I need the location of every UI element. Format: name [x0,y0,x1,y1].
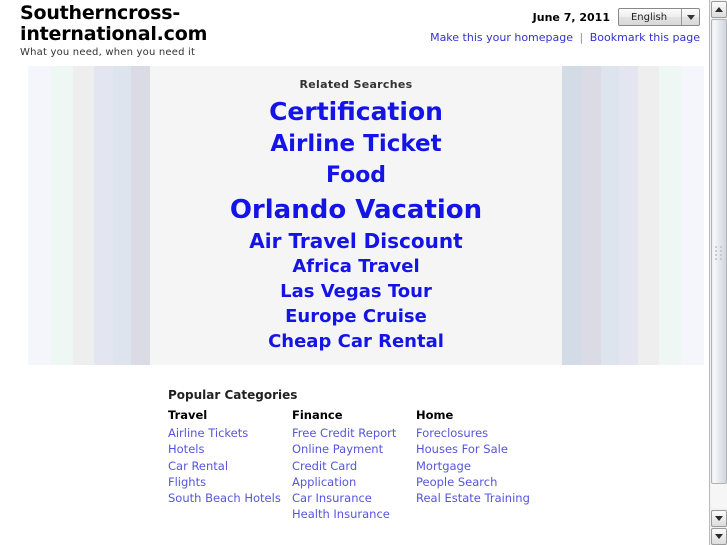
related-search-link[interactable]: Cheap Car Rental [150,333,562,351]
bookmark-page-link[interactable]: Bookmark this page [590,31,700,44]
background-stripe [113,66,131,365]
background-stripe [681,66,704,365]
background-stripe [28,66,51,365]
page-viewport: Southerncross- international.com What yo… [0,0,709,545]
site-brand: Southerncross- international.com What yo… [20,3,350,59]
category-link[interactable]: Hotels [168,441,292,457]
background-stripe [601,66,619,365]
header-link-separator: | [579,31,584,44]
popular-categories-section: Popular Categories Travel Airline Tickets… [168,388,588,523]
language-select-value: English [630,11,668,23]
background-stripe [73,66,94,365]
category-link[interactable]: Car Rental [168,458,292,474]
related-searches-list: Certification Airline Ticket Food Orlando V… [150,99,562,351]
category-column-title: Home [416,408,454,422]
category-link[interactable]: Car Insurance [292,490,416,506]
category-link[interactable]: Airline Tickets [168,425,292,441]
header-right-block: June 7, 2011 English Make this your home… [430,7,700,44]
popular-categories-heading: Popular Categories [168,388,298,402]
scroll-up-arrow-icon[interactable] [711,1,727,18]
make-homepage-link[interactable]: Make this your homepage [430,31,573,44]
background-stripe [619,66,638,365]
background-stripe [94,66,113,365]
current-date: June 7, 2011 [532,10,610,24]
scrollbar-thumb-grip [715,245,723,260]
related-search-link[interactable]: Las Vegas Tour [150,283,562,301]
category-link[interactable]: Flights [168,474,292,490]
category-column: Travel Airline Tickets Hotels Car Rental Fli… [168,408,292,523]
category-link[interactable]: Credit Card [292,458,416,474]
related-search-link[interactable]: Air Travel Discount [150,231,562,251]
category-link[interactable]: People Search [416,474,540,490]
background-stripe [638,66,659,365]
related-searches-band: Related Searches Certification Airline Ti… [0,66,709,365]
category-column: Home Foreclosures Houses For Sale Mortgage P… [416,408,540,523]
category-link[interactable]: Health Insurance [292,506,416,522]
background-stripe [582,66,601,365]
popular-categories-columns: Travel Airline Tickets Hotels Car Rental Fli… [168,408,588,523]
background-stripes-right [562,66,704,365]
category-link[interactable]: Real Estate Training [416,490,540,506]
related-search-link[interactable]: Food [150,165,562,187]
header-links-row: Make this your homepage | Bookmark this … [430,31,700,44]
background-stripe [659,66,681,365]
chevron-down-icon [681,9,699,25]
vertical-scrollbar[interactable] [709,0,727,545]
site-title-line1: Southerncross- [20,2,181,24]
category-column: Finance Free Credit Report Online Payment C… [292,408,416,523]
related-search-link[interactable]: Europe Cruise [150,308,562,326]
header-date-language-row: June 7, 2011 English [430,7,700,27]
category-link[interactable]: Mortgage [416,458,540,474]
related-searches-panel: Related Searches Certification Airline Ti… [150,66,562,365]
site-title: Southerncross- international.com [20,3,350,45]
related-searches-heading: Related Searches [299,78,413,91]
background-stripe [51,66,73,365]
site-tagline: What you need, when you need it [20,47,196,58]
related-search-link[interactable]: Orlando Vacation [150,197,562,223]
background-stripe [562,66,582,365]
category-link[interactable]: Online Payment [292,441,416,457]
category-column-title: Travel [168,408,208,422]
category-link[interactable]: Free Credit Report [292,425,416,441]
related-search-link[interactable]: Certification [150,99,562,124]
language-select[interactable]: English [618,8,700,26]
category-link[interactable]: Foreclosures [416,425,540,441]
page-header: Southerncross- international.com What yo… [0,0,709,64]
related-search-link[interactable]: Airline Ticket [150,133,562,156]
category-column-title: Finance [292,408,343,422]
scrollbar-thumb[interactable] [711,19,727,484]
background-stripes-left [28,66,170,365]
background-stripe [131,66,150,365]
category-link[interactable]: Houses For Sale [416,441,540,457]
site-title-line2: international.com [20,23,208,45]
scroll-down-arrow-icon-bottom[interactable] [711,528,727,545]
category-link[interactable]: South Beach Hotels [168,490,292,506]
scroll-down-arrow-icon-top[interactable] [711,510,727,527]
related-search-link[interactable]: Africa Travel [150,258,562,276]
category-link[interactable]: Application [292,474,416,490]
